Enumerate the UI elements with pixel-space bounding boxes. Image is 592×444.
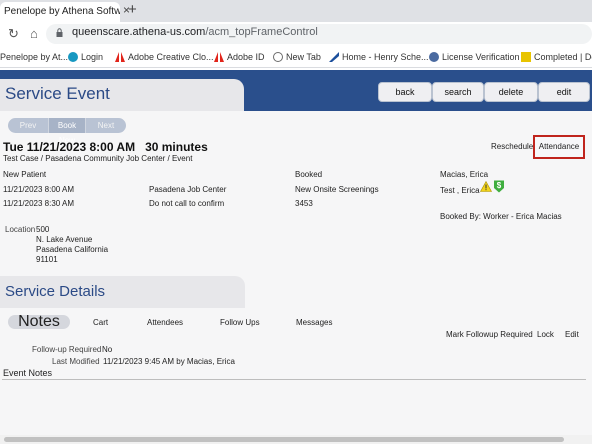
bookmark-label: New Tab: [286, 52, 321, 62]
search-button[interactable]: search: [432, 82, 484, 102]
url-host: queenscare.athena-us.com: [72, 26, 206, 38]
divider: [2, 379, 586, 380]
henry-schein-icon: [329, 52, 339, 62]
bookmark-label: Home - Henry Sche...: [342, 52, 429, 62]
bookmark-completed[interactable]: Completed | Do: [521, 51, 592, 63]
event-datetime: Tue 11/21/2023 8:00 AM 30 minutes: [3, 140, 208, 154]
download-icon: [521, 52, 531, 62]
service-name: New Onsite Screenings: [295, 185, 379, 194]
bookmark-label: Adobe ID: [227, 52, 265, 62]
back-button[interactable]: back: [378, 82, 432, 102]
page-title: Service Event: [5, 84, 110, 103]
address-line-3: Pasadena California: [36, 245, 109, 254]
bookmark-henry-schein[interactable]: Home - Henry Sche...: [329, 51, 429, 63]
followup-value: No: [102, 345, 113, 354]
event-notes-heading: Event Notes: [3, 368, 53, 378]
bookmark-license-verification[interactable]: License Verification: [429, 51, 520, 63]
booking-status: Booked: [295, 170, 323, 179]
tab-messages[interactable]: Messages: [296, 318, 332, 327]
edit-button[interactable]: edit: [538, 82, 590, 102]
attendee-name[interactable]: Test , Erica: [440, 186, 480, 195]
warning-icon: [480, 181, 492, 192]
tab-cart[interactable]: Cart: [93, 318, 108, 327]
next-button[interactable]: Next: [86, 118, 126, 133]
salesforce-icon: [68, 52, 78, 62]
followup-label: Follow-up Required: [32, 345, 102, 354]
address-line-4: 91101: [36, 255, 58, 264]
site-name: Pasadena Job Center: [149, 185, 227, 194]
delete-button[interactable]: delete: [484, 82, 538, 102]
bookmark-adobe-creative-cloud[interactable]: Adobe Creative Clo...: [115, 51, 214, 63]
service-code: 3453: [295, 199, 313, 208]
dollar-badge-icon: $: [494, 180, 504, 193]
tab-attendees[interactable]: Attendees: [147, 318, 183, 327]
reschedule-button[interactable]: Reschedule: [491, 142, 533, 151]
bookmark-label: Adobe Creative Clo...: [128, 52, 214, 62]
new-tab-button[interactable]: +: [128, 1, 142, 18]
browser-tab[interactable]: Penelope by Athena Softwa: [0, 2, 120, 22]
bookmark-adobe-id[interactable]: Adobe ID: [214, 51, 265, 63]
tab-notes[interactable]: Notes: [8, 314, 70, 330]
tab-follow-ups[interactable]: Follow Ups: [220, 318, 260, 327]
url-path: /acm_topFrameControl: [205, 26, 318, 38]
address-line-1: 500: [36, 225, 50, 234]
attendance-button[interactable]: Attendance: [533, 135, 585, 159]
svg-text:$: $: [497, 181, 502, 190]
location-label: Location: [5, 225, 36, 234]
contact-note: Do not call to confirm: [149, 199, 225, 208]
bookmark-label: Login: [81, 52, 104, 62]
mark-followup-button[interactable]: Mark Followup Required: [446, 330, 533, 339]
address-line-2: N. Lake Avenue: [36, 235, 93, 244]
scrollbar-thumb[interactable]: [4, 437, 564, 442]
bookmark-label: License Verification: [442, 52, 520, 62]
prev-button[interactable]: Prev: [8, 118, 48, 133]
last-modified-label: Last Modified: [52, 357, 100, 366]
adobe-icon: [214, 52, 224, 62]
home-icon[interactable]: ⌂: [30, 26, 38, 41]
url-text[interactable]: queenscare.athena-us.com/acm_topFrameCon…: [72, 26, 318, 38]
bookmark-label: Penelope by At...: [0, 52, 69, 62]
start-time: 11/21/2023 8:00 AM: [3, 185, 75, 194]
event-subtitle: Test Case / Pasadena Community Job Cente…: [3, 154, 193, 163]
bookmark-new-tab[interactable]: New Tab: [273, 51, 321, 63]
adobe-icon: [115, 52, 125, 62]
globe-icon: [273, 52, 283, 62]
booked-by: Booked By: Worker - Erica Macias: [440, 212, 562, 221]
notes-edit-button[interactable]: Edit: [565, 330, 579, 339]
service-details-title: Service Details: [5, 283, 106, 300]
end-time: 11/21/2023 8:30 AM: [3, 199, 75, 208]
book-new-button[interactable]: Book New: [48, 118, 86, 145]
bookmark-penelope[interactable]: Penelope by At...: [0, 51, 68, 63]
lock-icon: [56, 28, 63, 37]
event-owner: Macias, Erica: [440, 170, 489, 179]
patient-status: New Patient: [3, 170, 47, 179]
lock-button[interactable]: Lock: [537, 330, 554, 339]
browser-tab-title: Penelope by Athena Softwa: [4, 6, 120, 17]
bookmark-label: Completed | Do: [534, 52, 592, 62]
verification-icon: [429, 52, 439, 62]
last-modified-value: 11/21/2023 9:45 AM by Macias, Erica: [103, 357, 235, 366]
refresh-icon[interactable]: ↻: [8, 26, 19, 42]
bookmark-login[interactable]: Login: [68, 51, 103, 63]
bookmarks-bar: Penelope by At... Login Adobe Creative C…: [0, 46, 592, 68]
